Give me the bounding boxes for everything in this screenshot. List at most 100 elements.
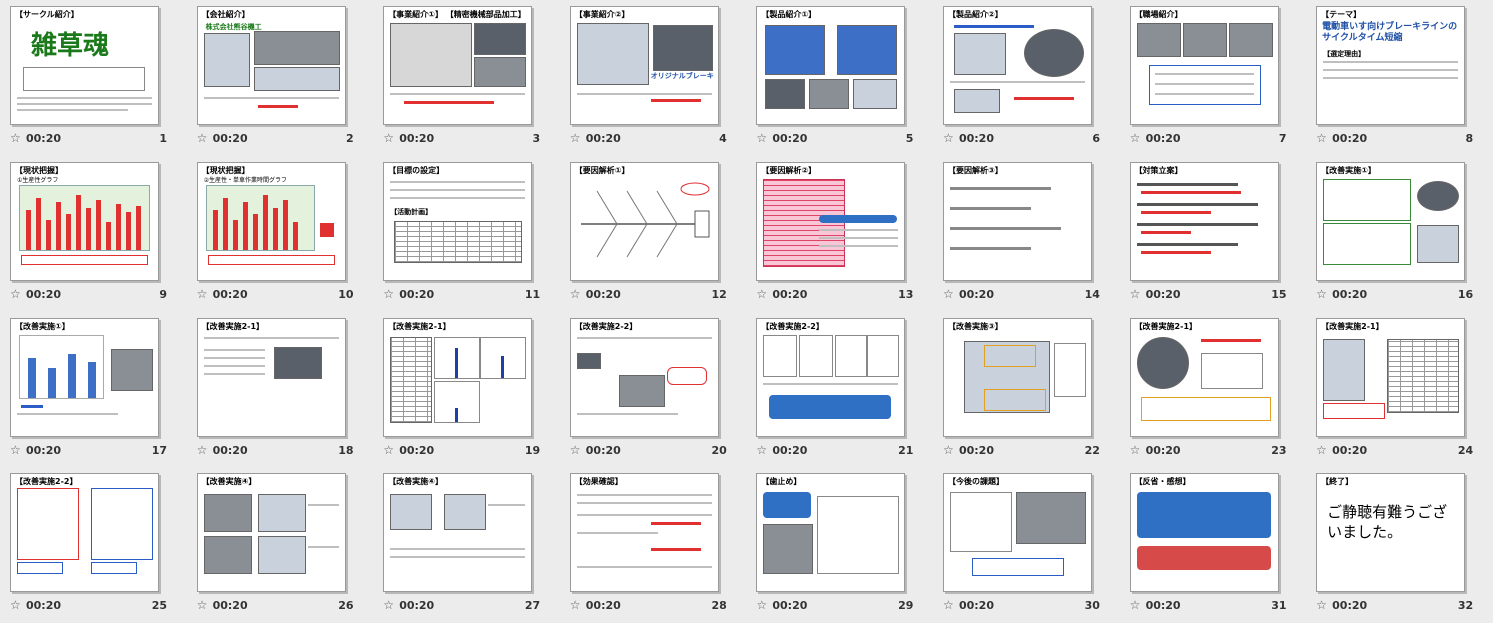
slide-thumbnail-cell[interactable]: 【要因解析③】 ☆ 00:20 14	[933, 156, 1120, 312]
slide-thumbnail[interactable]: 【終了】 ご静聴有難うございました。	[1316, 473, 1466, 593]
star-icon[interactable]: ☆	[570, 287, 581, 301]
slide-thumbnail[interactable]: 【目標の設定】 【活動計画】	[383, 161, 533, 281]
star-icon[interactable]: ☆	[383, 131, 394, 145]
slide-thumbnail[interactable]: 【現状把握】 ②生産性・単車作業時間グラフ	[196, 161, 346, 281]
slide-thumbnail-cell[interactable]: 【改善実施2-2】 ☆ 00:20 20	[560, 312, 747, 468]
star-icon[interactable]: ☆	[1130, 287, 1141, 301]
slide-thumbnail-cell[interactable]: 【事業紹介②】 オリジナルブレーキ ☆ 00:20 4	[560, 0, 747, 156]
slide-thumbnail-cell[interactable]: 【目標の設定】 【活動計画】 ☆ 00:20 11	[373, 156, 560, 312]
slide-thumbnail-cell[interactable]: 【改善実施③】 ☆ 00:20 22	[933, 312, 1120, 468]
star-icon[interactable]: ☆	[570, 443, 581, 457]
star-icon[interactable]: ☆	[756, 287, 767, 301]
slide-thumbnail-cell[interactable]: 【改善実施2-1】 ☆ 00:20 24	[1306, 312, 1493, 468]
star-icon[interactable]: ☆	[383, 443, 394, 457]
slide-thumbnail[interactable]: 【改善実施③】	[942, 317, 1092, 437]
slide-thumbnail[interactable]: 【要因解析②】	[756, 161, 906, 281]
star-icon[interactable]: ☆	[1316, 598, 1327, 612]
slide-thumbnail[interactable]: 【事業紹介①】 【精密機械部品加工】	[383, 6, 533, 125]
star-icon[interactable]: ☆	[10, 443, 21, 457]
slide-thumbnail-cell[interactable]: 【反省・感想】 ☆ 00:20 31	[1120, 467, 1307, 623]
slide-thumbnail-cell[interactable]: 【改善実施④】 ☆ 00:20 27	[373, 467, 560, 623]
star-icon[interactable]: ☆	[383, 598, 394, 612]
star-icon[interactable]: ☆	[570, 131, 581, 145]
slide-thumbnail[interactable]: 【要因解析③】	[942, 161, 1092, 281]
star-icon[interactable]: ☆	[197, 131, 208, 145]
slide-thumbnail-cell[interactable]: 【歯止め】 ☆ 00:20 29	[746, 467, 933, 623]
slide-thumbnail[interactable]: 【反省・感想】	[1129, 473, 1279, 593]
slide-thumbnail[interactable]: 【職場紹介】	[1129, 6, 1279, 125]
slide-timing: 00:20	[212, 132, 248, 145]
slide-thumbnail[interactable]: 【改善実施2-1】	[196, 317, 346, 437]
slide-thumbnail-cell[interactable]: 【職場紹介】 ☆ 00:20 7	[1120, 0, 1307, 156]
star-icon[interactable]: ☆	[756, 443, 767, 457]
slide-thumbnail[interactable]: 【製品紹介①】	[756, 6, 906, 125]
slide-thumbnail-cell[interactable]: 【製品紹介②】 ☆ 00:20 6	[933, 0, 1120, 156]
slide-thumbnail-cell[interactable]: 【サークル紹介】 雑草魂 ☆ 00:20 1	[0, 0, 187, 156]
slide-thumbnail-cell[interactable]: 【会社紹介】 株式会社熊谷機工 ☆ 00:20 2	[187, 0, 374, 156]
slide-thumbnail-cell[interactable]: 【改善実施①】 ☆ 00:20 16	[1306, 156, 1493, 312]
star-icon[interactable]: ☆	[197, 443, 208, 457]
star-icon[interactable]: ☆	[197, 287, 208, 301]
slide-thumbnail-cell[interactable]: 【事業紹介①】 【精密機械部品加工】 ☆ 00:20 3	[373, 0, 560, 156]
star-icon[interactable]: ☆	[756, 598, 767, 612]
star-icon[interactable]: ☆	[943, 131, 954, 145]
slide-thumbnail-cell[interactable]: 【改善実施2-1】 ☆ 00:20 18	[187, 312, 374, 468]
slide-thumbnail[interactable]: 【会社紹介】 株式会社熊谷機工	[196, 6, 346, 125]
star-icon[interactable]: ☆	[1316, 443, 1327, 457]
star-icon[interactable]: ☆	[943, 598, 954, 612]
star-icon[interactable]: ☆	[197, 598, 208, 612]
slide-thumbnail-cell[interactable]: 【要因解析②】 ☆ 00:20 13	[746, 156, 933, 312]
slide-thumbnail-cell[interactable]: 【要因解析①】 ☆ 00:20 12	[560, 156, 747, 312]
star-icon[interactable]: ☆	[943, 443, 954, 457]
slide-thumbnail[interactable]: 【要因解析①】	[569, 161, 719, 281]
slide-thumbnail[interactable]: 【サークル紹介】 雑草魂	[10, 6, 159, 125]
slide-thumbnail-cell[interactable]: 【改善実施2-1】 ☆ 00:20 19	[373, 312, 560, 468]
star-icon[interactable]: ☆	[943, 287, 954, 301]
star-icon[interactable]: ☆	[1130, 443, 1141, 457]
slide-thumbnail-cell[interactable]: 【テーマ】 電動車いす向けブレーキラインのサイクルタイム短縮 【選定理由】 ☆ …	[1306, 0, 1493, 156]
slide-thumbnail-cell[interactable]: 【改善実施2-2】 ☆ 00:20 25	[0, 467, 187, 623]
slide-thumbnail[interactable]: 【改善実施2-1】	[383, 317, 533, 437]
slide-thumbnail[interactable]: 【製品紹介②】	[942, 6, 1092, 125]
star-icon[interactable]: ☆	[1316, 287, 1327, 301]
star-icon[interactable]: ☆	[10, 131, 21, 145]
slide-thumbnail-cell[interactable]: 【改善実施①】 ☆ 00:20 17	[0, 312, 187, 468]
star-icon[interactable]: ☆	[1316, 131, 1327, 145]
star-icon[interactable]: ☆	[383, 287, 394, 301]
star-icon[interactable]: ☆	[10, 598, 21, 612]
slide-thumbnail[interactable]: 【今後の課題】	[942, 473, 1092, 593]
slide-thumbnail[interactable]: 【改善実施2-2】	[569, 317, 719, 437]
slide-thumbnail-cell[interactable]: 【効果確認】 ☆ 00:20 28	[560, 467, 747, 623]
slide-thumbnail[interactable]: 【改善実施2-1】	[1316, 317, 1466, 437]
slide-thumbnail-cell[interactable]: 【現状把握】 ②生産性・単車作業時間グラフ ☆ 00:20 10	[187, 156, 374, 312]
star-icon[interactable]: ☆	[570, 598, 581, 612]
star-icon[interactable]: ☆	[1130, 131, 1141, 145]
slide-thumbnail[interactable]: 【改善実施④】	[383, 473, 533, 593]
slide-thumbnail[interactable]: 【改善実施2-2】	[10, 473, 159, 593]
slide-thumbnail[interactable]: 【改善実施2-1】	[1129, 317, 1279, 437]
slide-thumbnail[interactable]: 【歯止め】	[756, 473, 906, 593]
slide-thumbnail-cell[interactable]: 【終了】 ご静聴有難うございました。 ☆ 00:20 32	[1306, 467, 1493, 623]
slide-thumbnail-cell[interactable]: 【現状把握】 ①生産性グラフ ☆ 00:20 9	[0, 156, 187, 312]
slide-thumbnail-cell[interactable]: 【製品紹介①】 ☆ 00:20 5	[746, 0, 933, 156]
slide-thumbnail-cell[interactable]: 【対策立案】 ☆ 00:20 15	[1120, 156, 1307, 312]
slide-thumbnail[interactable]: 【現状把握】 ①生産性グラフ	[10, 161, 159, 281]
slide-thumbnail[interactable]: 【対策立案】	[1129, 161, 1279, 281]
slide-thumbnail[interactable]: 【改善実施①】	[10, 317, 159, 437]
text-line	[576, 412, 678, 415]
slide-thumbnail[interactable]: 【改善実施④】	[196, 473, 346, 593]
slide-thumbnail-cell[interactable]: 【今後の課題】 ☆ 00:20 30	[933, 467, 1120, 623]
slide-thumbnail[interactable]: 【改善実施①】	[1316, 161, 1466, 281]
star-icon[interactable]: ☆	[1130, 598, 1141, 612]
photo-image	[253, 67, 340, 91]
slide-thumbnail[interactable]: 【事業紹介②】 オリジナルブレーキ	[569, 6, 719, 125]
slide-thumbnail-cell[interactable]: 【改善実施2-2】 ☆ 00:20 21	[746, 312, 933, 468]
star-icon[interactable]: ☆	[756, 131, 767, 145]
slide-thumbnail[interactable]: 【テーマ】 電動車いす向けブレーキラインのサイクルタイム短縮 【選定理由】	[1316, 6, 1466, 125]
star-icon[interactable]: ☆	[10, 287, 21, 301]
slide-thumbnail-cell[interactable]: 【改善実施④】 ☆ 00:20 26	[187, 467, 374, 623]
slide-thumbnail[interactable]: 【効果確認】	[569, 473, 719, 593]
slide-thumbnail[interactable]: 【改善実施2-2】	[756, 317, 906, 437]
slide-thumbnail-cell[interactable]: 【改善実施2-1】 ☆ 00:20 23	[1120, 312, 1307, 468]
slide-title: 【製品紹介②】	[947, 10, 1003, 19]
